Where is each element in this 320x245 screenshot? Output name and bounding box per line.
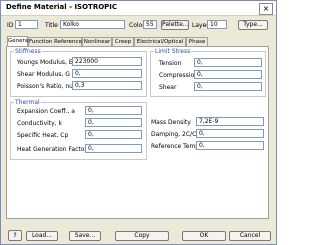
conductivity-label: Conductivity, k (17, 120, 63, 127)
compression-field[interactable]: 0, (194, 70, 262, 79)
copy-button[interactable]: Copy (115, 231, 169, 241)
compression-label: Compression (159, 72, 198, 79)
youngs-modulus-field[interactable]: 223000 (72, 57, 142, 66)
id-label: ID (7, 22, 14, 29)
tab-creep[interactable]: Creep (112, 37, 134, 46)
shear-modulus-label: Shear Modulus, G (17, 71, 70, 78)
damping-field[interactable]: 0, (196, 129, 264, 138)
stiffness-group-title: Stiffness (14, 48, 42, 55)
tab-phase[interactable]: Phase (186, 37, 208, 46)
dialog-title: Define Material - ISOTROPIC (6, 3, 118, 11)
help-button[interactable]: ? (8, 230, 22, 241)
tension-field[interactable]: 0, (194, 58, 262, 67)
layer-field[interactable]: 10 (207, 20, 227, 29)
close-button[interactable]: × (259, 3, 273, 15)
color-field[interactable]: 55 (143, 20, 157, 29)
define-material-dialog: Define Material - ISOTROPIC × ID 1 Title… (0, 0, 277, 245)
tension-label: Tension (159, 60, 182, 67)
load-button[interactable]: Load... (26, 231, 58, 241)
title-bar: Define Material - ISOTROPIC × (1, 1, 276, 16)
poissons-ratio-field[interactable]: 0,3 (72, 81, 142, 90)
damping-label: Damping, 2C/Co (151, 131, 200, 138)
heat-generation-label: Heat Generation Factor (17, 146, 87, 153)
title-field[interactable]: Kolko (60, 20, 125, 29)
help-icon: ? (13, 232, 17, 239)
tab-general[interactable]: General (7, 36, 30, 46)
youngs-modulus-label: Youngs Modulus, E (17, 59, 73, 66)
specific-heat-label: Specific Heat, Cp (17, 132, 69, 139)
specific-heat-field[interactable]: 0, (85, 130, 142, 139)
limit-stress-group-title: Limit Stress (154, 48, 192, 55)
reference-temp-label: Reference Temp (151, 143, 200, 150)
cancel-button[interactable]: Cancel (229, 231, 271, 241)
expansion-coeff-label: Expansion Coeff., a (17, 108, 75, 115)
title-label: Title (45, 22, 58, 29)
palette-button[interactable]: Palette... (161, 20, 189, 30)
shear-stress-label: Shear (159, 84, 177, 91)
mass-density-label: Mass Density (151, 119, 191, 126)
conductivity-field[interactable]: 0, (85, 118, 142, 127)
thermal-group-title: Thermal (14, 99, 41, 106)
shear-stress-field[interactable]: 0, (194, 82, 262, 91)
tab-function-references[interactable]: Function References (28, 37, 85, 46)
reference-temp-field[interactable]: 0, (196, 141, 264, 150)
heat-generation-field[interactable]: 0, (85, 144, 142, 153)
tab-electrical-optical[interactable]: Electrical/Optical (134, 37, 186, 46)
save-button[interactable]: Save... (69, 231, 101, 241)
shear-modulus-field[interactable]: 0, (72, 69, 142, 78)
expansion-coeff-field[interactable]: 0, (85, 106, 142, 115)
id-field[interactable]: 1 (15, 20, 38, 29)
tab-nonlinear[interactable]: Nonlinear (82, 37, 112, 46)
mass-density-field[interactable]: 7,2E-9 (196, 117, 264, 126)
ok-button[interactable]: OK (182, 231, 226, 241)
type-button[interactable]: Type... (238, 20, 268, 30)
general-panel: Stiffness Youngs Modulus, E 223000 Shear… (6, 46, 269, 219)
poissons-ratio-label: Poisson's Ratio, nu (17, 83, 73, 90)
